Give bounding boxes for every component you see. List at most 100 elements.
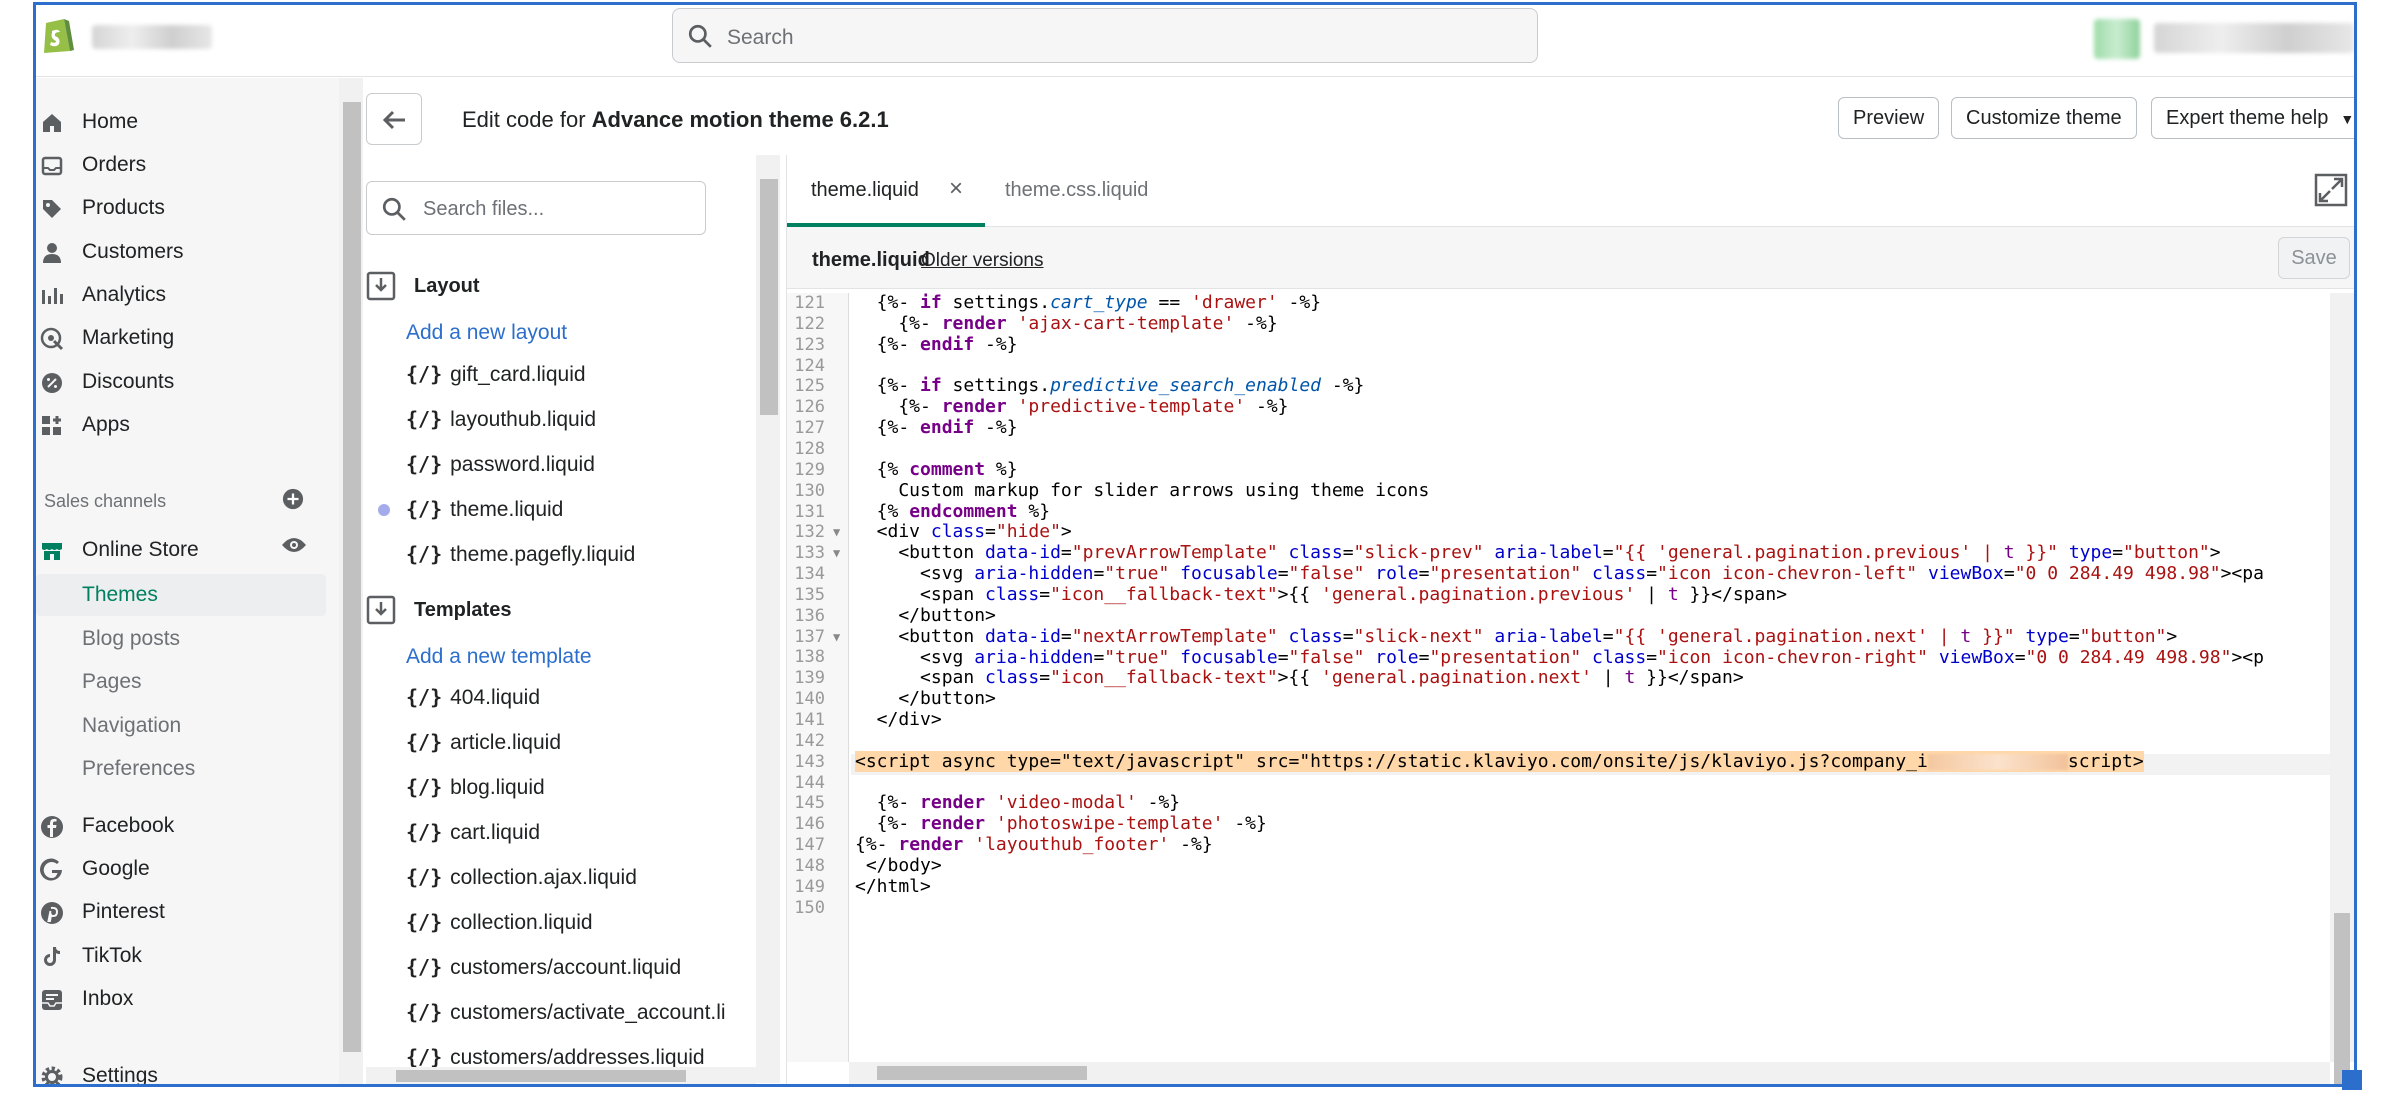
code-line: {%- if settings.cart_type == 'drawer' -%… [855,293,1322,313]
sidebar-scroll-thumb[interactable] [343,102,361,1052]
avatar[interactable] [2094,19,2140,59]
line-number: 147 [794,835,825,856]
sidebar-item-marketing[interactable]: Marketing [36,318,326,358]
sidebar-item-home[interactable]: Home [36,102,326,142]
older-versions-link[interactable]: Older versions [921,250,1044,272]
files-hscroll-thumb[interactable] [396,1070,686,1082]
tab-theme-liquid[interactable]: theme.liquid × [787,155,985,227]
file-item[interactable]: {/} cart.liquid [406,820,540,845]
code-line: {%- endif -%} [855,417,1018,438]
sidebar-item-inbox[interactable]: Inbox [36,979,326,1019]
line-number: 132 [794,522,825,543]
file-item[interactable]: {/} article.liquid [406,730,561,755]
shopify-logo-icon[interactable] [40,13,74,55]
sidebar-item-label: Pinterest [82,900,165,923]
code-scroll-thumb[interactable] [2334,913,2350,1084]
redacted-text [1927,754,2068,770]
file-name: cart.liquid [450,821,541,844]
add-template-link[interactable]: Add a new template [406,645,592,669]
file-item[interactable]: {/} customers/account.liquid [406,955,681,980]
file-name: article.liquid [450,731,562,754]
liquid-file-icon: {/} [406,865,443,889]
code-line: <span class="icon__fallback-text">{{ 'ge… [855,667,1744,688]
sidebar-item-themes[interactable]: Themes [36,574,326,616]
tiktok-icon [44,947,60,966]
sidebar-item-label: Inbox [82,987,134,1010]
sidebar-item-blog-posts[interactable]: Blog posts [82,627,180,651]
sidebar-item-pinterest[interactable]: Pinterest [36,892,326,932]
tab-theme-css-liquid[interactable]: theme.css.liquid [1005,179,1148,202]
expert-theme-help-button[interactable]: Expert theme help ▼ [2151,97,2354,139]
sidebar-item-preferences[interactable]: Preferences [82,757,195,781]
file-item[interactable]: {/} customers/activate_account.li [406,1000,726,1025]
sidebar-item-google[interactable]: Google [36,849,326,889]
file-item[interactable]: {/} password.liquid [406,452,595,477]
files-scroll-thumb[interactable] [760,179,778,415]
line-number: 146 [794,814,825,835]
code-line: <span class="icon__fallback-text">{{ 'ge… [855,584,1788,605]
store-name[interactable] [92,25,212,49]
file-item-active[interactable]: {/} theme.liquid [406,497,563,522]
search-input[interactable]: Search [672,8,1538,63]
search-files-input[interactable]: Search files... [366,181,706,235]
liquid-file-icon: {/} [406,542,443,566]
close-icon[interactable]: × [949,175,963,203]
files-horizontal-scrollbar[interactable] [366,1067,756,1084]
code-scrollbar[interactable] [2330,293,2354,1084]
preview-button[interactable]: Preview [1838,97,1940,139]
fold-arrow-icon[interactable]: ▼ [833,522,840,543]
fold-arrow-icon[interactable]: ▼ [833,543,840,564]
sidebar-item-tiktok[interactable]: TikTok [36,936,326,976]
file-browser: Search files... Layout Add a new layout … [366,155,786,1084]
expand-icon[interactable] [2314,173,2348,207]
save-button[interactable]: Save [2278,237,2350,279]
sidebar-item-products[interactable]: Products [36,188,326,228]
sales-channels-label: Sales channels [44,491,167,511]
sidebar-item-settings[interactable]: Settings [36,1056,326,1084]
resize-handle[interactable] [2342,1070,2362,1090]
line-number: 143 [794,751,825,772]
file-item[interactable]: {/} blog.liquid [406,775,545,800]
line-number: 135 [794,584,825,605]
line-number: 127 [794,418,825,439]
facebook-icon [41,816,63,838]
add-channel-icon[interactable] [282,488,304,510]
sidebar-item-apps[interactable]: Apps [36,405,326,445]
line-number: 123 [794,334,825,355]
files-scrollbar[interactable] [756,155,780,1083]
sidebar-item-label: Customers [82,240,184,263]
line-number: 129 [794,459,825,480]
bar-chart-icon [42,288,63,304]
code-hscroll-thumb[interactable] [877,1066,1087,1080]
code-area[interactable]: 121 122 123 124 125 126 127 128 129 130 131 132 133 1… [787,293,2330,1062]
google-icon [40,858,62,881]
sidebar-item-discounts[interactable]: Discounts [36,362,326,402]
sidebar-scrollbar[interactable] [339,78,363,1084]
file-item[interactable]: {/} theme.pagefly.liquid [406,542,635,567]
customize-theme-button[interactable]: Customize theme [1951,97,2137,139]
file-item[interactable]: {/} layouthub.liquid [406,407,596,432]
sidebar-item-customers[interactable]: Customers [36,232,326,272]
account-name[interactable] [2154,23,2354,53]
file-item[interactable]: {/} 404.liquid [406,685,540,710]
expert-label: Expert theme help [2166,107,2329,129]
file-item[interactable]: {/} collection.liquid [406,910,593,935]
back-button[interactable] [366,93,422,145]
code-horizontal-scrollbar[interactable] [849,1062,2330,1084]
sidebar-item-orders[interactable]: Orders [36,145,326,185]
code-line: </div> [855,709,942,730]
eye-icon[interactable] [281,535,307,555]
sidebar-item-label: Home [82,110,139,133]
folder-download-icon [366,595,396,625]
search-files-placeholder: Search files... [423,198,545,220]
sidebar-item-pages[interactable]: Pages [82,670,142,694]
sidebar-item-label: Google [82,857,150,880]
line-number: 150 [794,897,825,918]
fold-arrow-icon[interactable]: ▼ [833,627,840,648]
sidebar-item-navigation[interactable]: Navigation [82,714,181,738]
file-item[interactable]: {/} gift_card.liquid [406,362,586,387]
file-item[interactable]: {/} collection.ajax.liquid [406,865,637,890]
sidebar-item-analytics[interactable]: Analytics [36,275,326,315]
add-layout-link[interactable]: Add a new layout [406,321,567,345]
sidebar-item-facebook[interactable]: Facebook [36,806,326,846]
